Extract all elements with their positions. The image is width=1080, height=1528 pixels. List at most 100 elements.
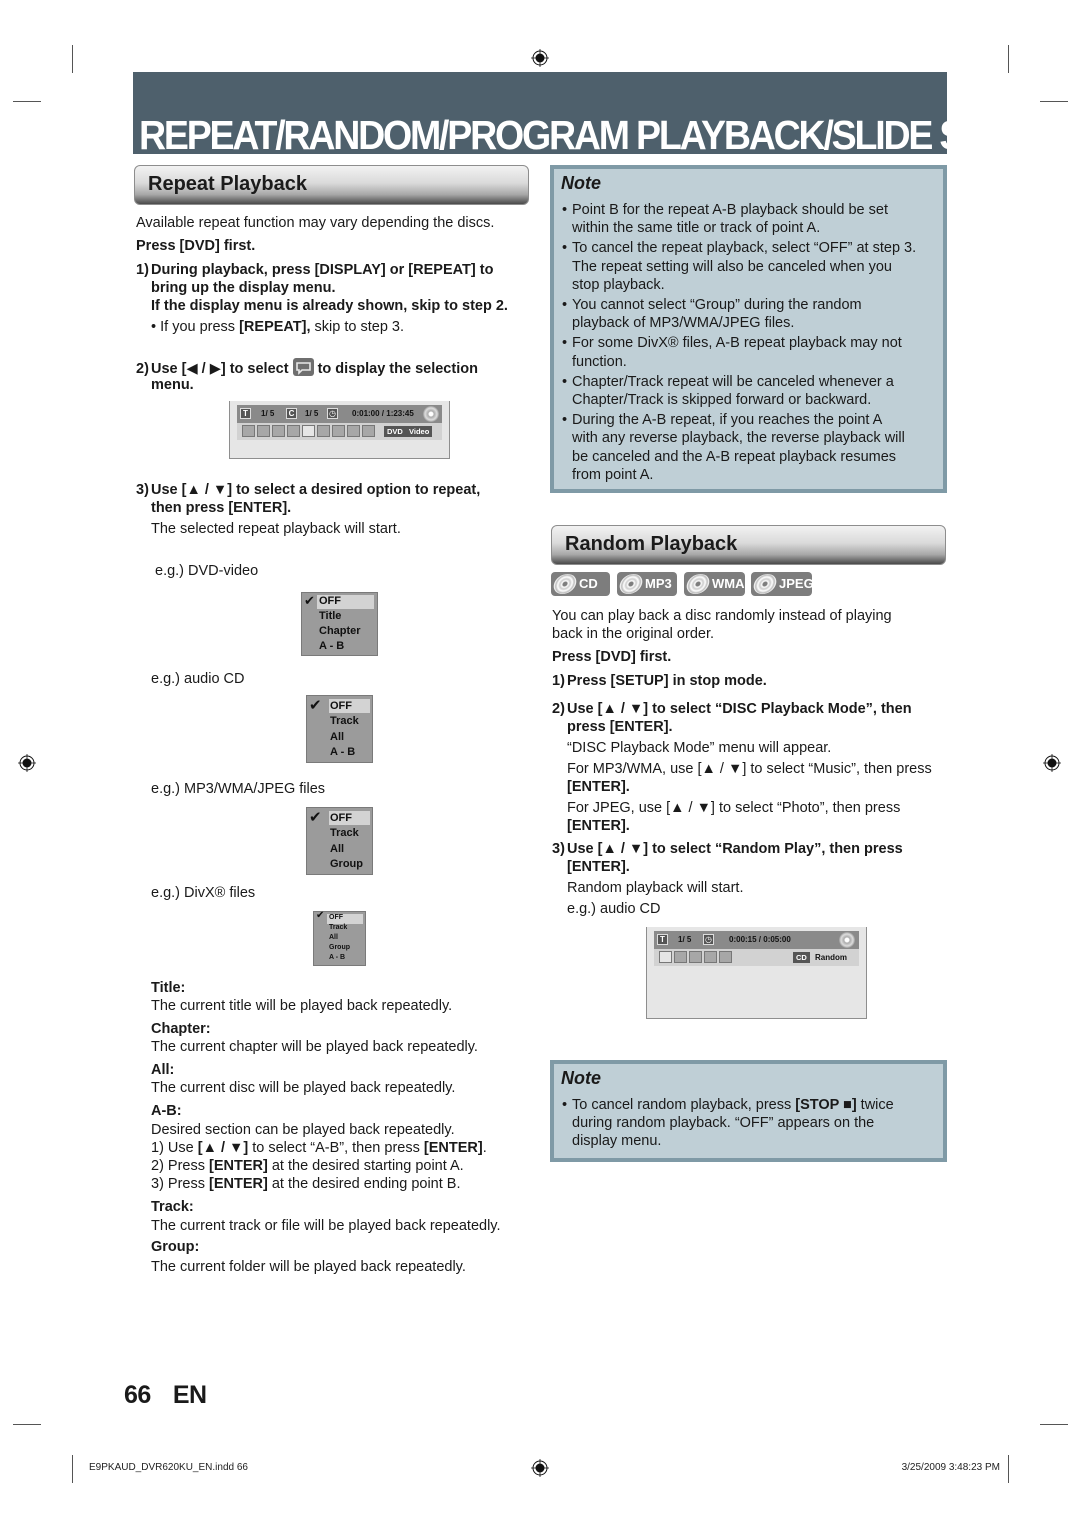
video-tag: Video xyxy=(406,426,433,437)
definition-desc: The current track or file will be played… xyxy=(151,1218,501,1234)
definition-desc: The current title will be played back re… xyxy=(151,998,453,1014)
repeat-playback-heading-text: Repeat Playback xyxy=(148,173,307,195)
definition-desc: Desired section can be played back repea… xyxy=(151,1122,455,1138)
example-label-divx: e.g.) DivX® files xyxy=(151,885,256,901)
badge-wma: WMA xyxy=(684,572,745,596)
repeat-menu-mp3: ✔ OFF Track All Group xyxy=(306,807,373,875)
cd-tag: CD xyxy=(793,952,810,963)
title-icon: T xyxy=(657,934,668,945)
random-press-dvd: Press [DVD] first. xyxy=(552,649,672,665)
menu-option[interactable]: All xyxy=(330,731,344,743)
repeat-icon xyxy=(302,425,315,437)
definition-desc: The current disc will be played back rep… xyxy=(151,1080,456,1096)
random-step2-mp3-enter: [ENTER]. xyxy=(567,779,630,795)
footer-filename: E9PKAUD_DVR620KU_EN.indd 66 xyxy=(89,1462,248,1473)
menu-option[interactable]: Group xyxy=(329,944,350,951)
crop-mark xyxy=(1040,1424,1068,1425)
badge-cd: CD xyxy=(551,572,610,596)
note-item: You cannot select “Group” during the ran… xyxy=(562,296,916,332)
menu-option[interactable]: Group xyxy=(330,858,363,870)
badge-mp3: MP3 xyxy=(617,572,677,596)
search-icon xyxy=(659,951,672,963)
repeat-playback-heading: Repeat Playback xyxy=(134,165,529,205)
repeat-menu-cd: ✔ OFF Track All A - B xyxy=(306,695,373,763)
crop-mark xyxy=(13,101,41,102)
note-item: Point B for the repeat A-B playback shou… xyxy=(562,201,916,237)
menu-option[interactable]: Track xyxy=(330,715,359,727)
menu-option[interactable]: Chapter xyxy=(319,625,361,637)
disc-icon xyxy=(551,574,579,594)
random-playback-heading-text: Random Playback xyxy=(565,533,738,555)
clock-icon: ◷ xyxy=(703,934,714,945)
note-list: To cancel random playback, press [STOP ■… xyxy=(562,1096,894,1153)
menu-option[interactable]: All xyxy=(329,934,338,941)
page-banner: REPEAT/RANDOM/PROGRAM PLAYBACK/SLIDE SHO… xyxy=(133,72,1050,156)
checkmark-icon: ✔ xyxy=(309,697,322,714)
random-step3-line2: [ENTER]. xyxy=(567,859,630,875)
disc-icon xyxy=(684,574,712,594)
repeat-note-box: Note Point B for the repeat A-B playback… xyxy=(550,165,947,493)
registration-mark-icon xyxy=(1043,754,1061,772)
definition-desc: The current folder will be played back r… xyxy=(151,1259,466,1275)
elapsed-time: 0:00:15 / 0:05:00 xyxy=(729,935,791,944)
random-step3: 3) Use [▲ / ▼] to select “Random Play”, t… xyxy=(552,841,903,857)
ab-step3: 3) Press [ENTER] at the desired ending p… xyxy=(151,1176,461,1192)
menu-option[interactable]: Track xyxy=(329,924,347,931)
audio-icon xyxy=(257,425,270,437)
repeat-menu-divx: ✔ OFF Track All Group A - B xyxy=(313,910,366,966)
title-icon: T xyxy=(240,408,251,419)
menu-option[interactable]: A - B xyxy=(319,640,344,652)
search-icon xyxy=(242,425,255,437)
menu-option[interactable]: A - B xyxy=(330,746,355,758)
definition-desc: The current chapter will be played back … xyxy=(151,1039,478,1055)
definition-term: Track: xyxy=(151,1199,194,1215)
definition-term: Title: xyxy=(151,980,186,996)
clock-icon: ◷ xyxy=(327,408,338,419)
repeat-step1-bullet: • If you press [REPEAT], skip to step 3. xyxy=(151,319,405,335)
crop-mark xyxy=(1008,45,1009,73)
definition-term: All: xyxy=(151,1062,175,1078)
random-step2-jpeg: For JPEG, use [▲ / ▼] to select “Photo”,… xyxy=(567,800,901,816)
random-example-label: e.g.) audio CD xyxy=(567,901,661,917)
menu-option[interactable]: OFF xyxy=(330,812,352,824)
zoom-icon xyxy=(347,425,360,437)
random-mode-label: Random xyxy=(815,953,847,962)
menu-option[interactable]: OFF xyxy=(329,914,343,921)
repeat-intro: Available repeat function may vary depen… xyxy=(136,215,495,231)
random-step1: 1) Press [SETUP] in stop mode. xyxy=(552,673,767,689)
page-number: 66 EN xyxy=(124,1381,207,1409)
definition-term: Group: xyxy=(151,1239,200,1255)
repeat-step2-line2: menu. xyxy=(151,377,194,393)
definition-term: A-B: xyxy=(151,1103,182,1119)
note-title: Note xyxy=(561,1068,601,1088)
note-item: For some DivX® files, A-B repeat playbac… xyxy=(562,334,916,370)
random-step2-desc: “DISC Playback Mode” menu will appear. xyxy=(567,740,832,756)
random-step2-jpeg-enter: [ENTER]. xyxy=(567,818,630,834)
ab-step2: 2) Press [ENTER] at the desired starting… xyxy=(151,1158,464,1174)
menu-option[interactable]: Track xyxy=(330,827,359,839)
crop-mark xyxy=(72,1455,73,1483)
note-item: Chapter/Track repeat will be canceled wh… xyxy=(562,373,916,409)
surround-icon xyxy=(719,951,732,963)
picture-icon xyxy=(317,425,330,437)
disc-icon xyxy=(617,574,645,594)
menu-option[interactable]: OFF xyxy=(319,595,341,607)
dvd-tag: DVD xyxy=(384,426,406,437)
crop-mark xyxy=(13,1424,41,1425)
menu-option[interactable]: Title xyxy=(319,610,341,622)
repeat-icon xyxy=(292,358,314,376)
crop-mark xyxy=(1040,101,1068,102)
disc-icon xyxy=(839,932,855,948)
footer-timestamp: 3/25/2009 3:48:23 PM xyxy=(901,1462,1000,1473)
elapsed-time: 0:01:00 / 1:23:45 xyxy=(352,409,414,418)
menu-option[interactable]: OFF xyxy=(330,700,352,712)
crop-mark xyxy=(1008,1455,1009,1483)
registration-mark-icon xyxy=(531,49,549,67)
menu-option[interactable]: All xyxy=(330,843,344,855)
checkmark-icon: ✔ xyxy=(316,910,325,921)
random-note-box: Note To cancel random playback, press [S… xyxy=(550,1060,947,1162)
disc-icon xyxy=(751,574,779,594)
angle-icon xyxy=(287,425,300,437)
menu-option[interactable]: A - B xyxy=(329,954,345,961)
registration-mark-icon xyxy=(531,1459,549,1477)
